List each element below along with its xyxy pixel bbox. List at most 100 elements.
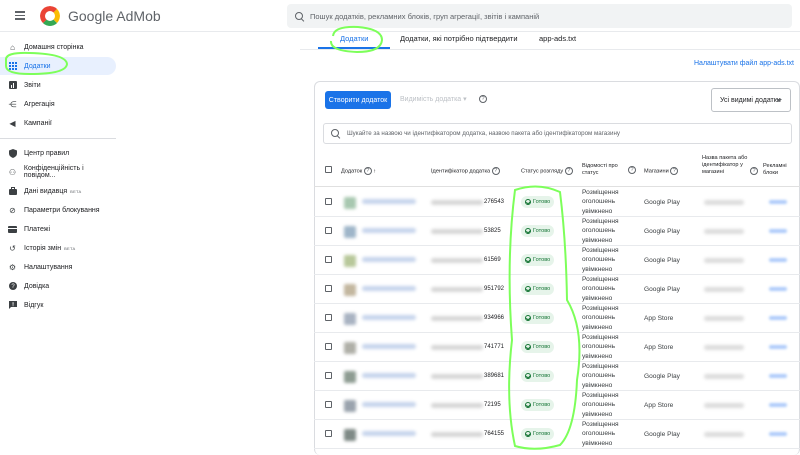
sidebar-item-home[interactable]: ⌂ Домашня сторінка bbox=[0, 38, 116, 56]
app-id-redacted bbox=[431, 316, 483, 321]
help-circle-icon[interactable]: ? bbox=[564, 167, 573, 175]
app-name-redacted[interactable] bbox=[362, 228, 416, 233]
sidebar-item-label: Історія змін bbox=[24, 244, 62, 252]
sidebar-item-blocking[interactable]: ⊘ Параметри блокування bbox=[0, 201, 116, 219]
help-circle-icon[interactable]: ? bbox=[628, 166, 636, 174]
app-icon-thumbnail bbox=[344, 255, 356, 267]
sidebar-item-feedback[interactable]: Відгук bbox=[0, 296, 116, 314]
package-name-redacted bbox=[704, 345, 744, 350]
sidebar-item-settings[interactable]: ⚙ Налаштування bbox=[0, 258, 116, 276]
app-icon-thumbnail bbox=[344, 284, 356, 296]
sidebar-item-payments[interactable]: Платежі bbox=[0, 220, 116, 238]
tab-apps[interactable]: Додатки bbox=[340, 34, 368, 43]
app-icon-thumbnail bbox=[344, 226, 356, 238]
col-header-app-label: Додаток bbox=[341, 168, 363, 175]
tab-app-ads-txt[interactable]: app-ads.txt bbox=[539, 34, 576, 43]
table-row[interactable]: 951792 Готово Розміщення оголошень увімк… bbox=[314, 275, 800, 304]
setup-app-ads-link[interactable]: Налаштувати файл app-ads.txt bbox=[694, 60, 794, 67]
global-search-input[interactable]: Пошук додатків, рекламних блоків, груп а… bbox=[287, 4, 792, 28]
table-row[interactable]: 389681 Готово Розміщення оголошень увімк… bbox=[314, 362, 800, 391]
payments-icon bbox=[8, 225, 17, 234]
sidebar-item-apps[interactable]: Додатки bbox=[0, 57, 116, 75]
app-id-redacted bbox=[431, 287, 483, 292]
ad-units-link-redacted[interactable] bbox=[769, 229, 787, 233]
app-name-redacted[interactable] bbox=[362, 199, 416, 204]
col-header-app-id-label: Ідентифікатор додатка bbox=[431, 168, 491, 175]
beta-badge: BETA bbox=[64, 245, 76, 251]
row-checkbox[interactable] bbox=[325, 256, 332, 263]
sidebar-item-policy-center[interactable]: Центр правил bbox=[0, 144, 116, 162]
row-checkbox[interactable] bbox=[325, 430, 332, 437]
table-row[interactable]: 934966 Готово Розміщення оголошень увімк… bbox=[314, 304, 800, 333]
reports-icon bbox=[8, 81, 17, 90]
row-checkbox[interactable] bbox=[325, 285, 332, 292]
sidebar-item-mediation[interactable]: ⋲ Агрегація bbox=[0, 95, 116, 113]
help-circle-icon[interactable]: ? bbox=[491, 167, 500, 175]
ad-units-link-redacted[interactable] bbox=[769, 287, 787, 291]
tabs-divider bbox=[300, 49, 800, 50]
brand-name: Google AdMob bbox=[68, 8, 161, 24]
help-circle-icon[interactable]: ? bbox=[479, 95, 487, 103]
help-circle-icon[interactable]: ? bbox=[363, 167, 372, 175]
sidebar-item-label: Додатки bbox=[24, 62, 51, 70]
ad-units-link-redacted[interactable] bbox=[769, 258, 787, 262]
app-id-tail: 741771 bbox=[484, 344, 505, 350]
app-name-redacted[interactable] bbox=[362, 431, 416, 436]
package-name-redacted bbox=[704, 374, 744, 379]
ad-units-link-redacted[interactable] bbox=[769, 432, 787, 436]
table-row[interactable]: 764155 Готово Розміщення оголошень увімк… bbox=[314, 420, 800, 449]
sidebar-item-campaigns[interactable]: ◀ Кампанії bbox=[0, 114, 116, 132]
sidebar-item-privacy[interactable]: ⚇ Конфіденційність і повідом... bbox=[0, 163, 116, 181]
row-checkbox[interactable] bbox=[325, 227, 332, 234]
row-checkbox[interactable] bbox=[325, 198, 332, 205]
create-app-button[interactable]: Створити додаток bbox=[325, 91, 391, 109]
app-name-redacted[interactable] bbox=[362, 344, 416, 349]
row-checkbox[interactable] bbox=[325, 372, 332, 379]
ad-units-link-redacted[interactable] bbox=[769, 403, 787, 407]
app-name-redacted[interactable] bbox=[362, 315, 416, 320]
status-badge: Готово bbox=[521, 254, 555, 266]
apps-grid-icon bbox=[8, 62, 17, 71]
ad-units-link-redacted[interactable] bbox=[769, 200, 787, 204]
row-checkbox[interactable] bbox=[325, 401, 332, 408]
sidebar-item-help[interactable]: ? Довідка bbox=[0, 277, 116, 295]
app-icon-thumbnail bbox=[344, 197, 356, 209]
app-id-redacted bbox=[431, 345, 483, 350]
table-filter-input[interactable]: Шукайте за назвою чи ідентифікатором дод… bbox=[323, 123, 792, 144]
help-circle-icon[interactable]: ? bbox=[750, 167, 758, 175]
help-circle-icon[interactable]: ? bbox=[670, 167, 679, 175]
select-all-checkbox[interactable] bbox=[325, 166, 332, 173]
app-visibility-dropdown[interactable]: Видимість додатка ▾ bbox=[400, 95, 467, 103]
ad-units-link-redacted[interactable] bbox=[769, 316, 787, 320]
col-header-app[interactable]: Додаток ? ↑ bbox=[341, 167, 376, 175]
check-circle-icon bbox=[525, 344, 531, 350]
app-name-redacted[interactable] bbox=[362, 402, 416, 407]
app-name-redacted[interactable] bbox=[362, 373, 416, 378]
table-row[interactable]: 61569 Готово Розміщення оголошень увімкн… bbox=[314, 246, 800, 275]
sidebar-item-label: Платежі bbox=[24, 225, 51, 233]
store-name: Google Play bbox=[644, 373, 680, 380]
table-row[interactable]: 72195 Готово Розміщення оголошень увімкн… bbox=[314, 391, 800, 420]
table-row[interactable]: 53825 Готово Розміщення оголошень увімкн… bbox=[314, 217, 800, 246]
app-id-redacted bbox=[431, 200, 483, 205]
app-id-tail: 61569 bbox=[484, 257, 501, 263]
ad-units-link-redacted[interactable] bbox=[769, 374, 787, 378]
table-row[interactable]: 276543 Готово Розміщення оголошень увімк… bbox=[314, 188, 800, 217]
search-icon bbox=[331, 129, 340, 138]
row-checkbox[interactable] bbox=[325, 314, 332, 321]
app-name-redacted[interactable] bbox=[362, 257, 416, 262]
status-details-text: Розміщення оголошень увімкнено bbox=[582, 218, 619, 244]
visibility-label: Видимість додатка bbox=[400, 96, 462, 103]
table-row[interactable]: 741771 Готово Розміщення оголошень увімк… bbox=[314, 333, 800, 362]
sidebar-item-change-history[interactable]: ↺ Історія змін BETA bbox=[0, 239, 116, 257]
sidebar-item-publisher-data[interactable]: Дані видавця BETA bbox=[0, 182, 116, 200]
visible-apps-select[interactable]: Усі видимі додатки bbox=[711, 88, 791, 112]
ad-units-link-redacted[interactable] bbox=[769, 345, 787, 349]
row-checkbox[interactable] bbox=[325, 343, 332, 350]
col-header-stores-label: Магазини bbox=[644, 168, 669, 175]
sidebar-item-reports[interactable]: Звіти bbox=[0, 76, 116, 94]
app-name-redacted[interactable] bbox=[362, 286, 416, 291]
tab-apps-to-verify[interactable]: Додатки, які потрібно підтвердити bbox=[400, 34, 518, 43]
sort-arrow-up-icon[interactable]: ↑ bbox=[373, 168, 376, 174]
menu-icon[interactable] bbox=[8, 4, 32, 28]
